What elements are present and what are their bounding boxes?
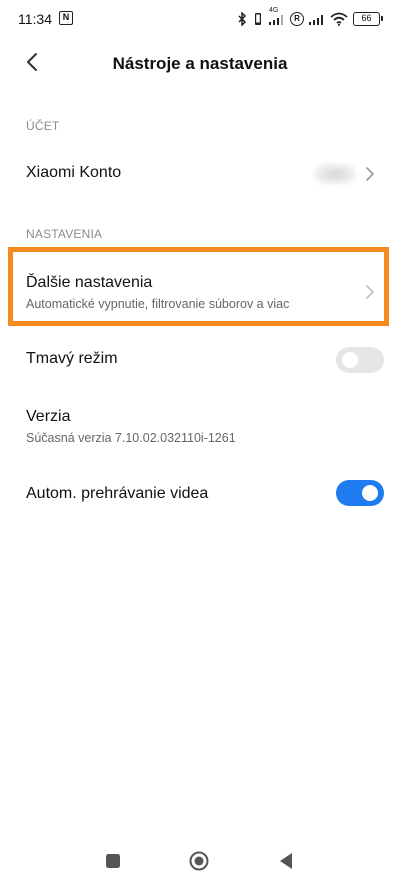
signal-4g-icon: 4G xyxy=(269,7,285,26)
status-time: 11:34 xyxy=(18,11,52,27)
row-autoplay-video[interactable]: Autom. prehrávanie videa xyxy=(0,470,400,518)
row-label: Tmavý režim xyxy=(26,350,118,367)
account-value-blurred xyxy=(314,164,356,184)
circle-icon[interactable] xyxy=(189,851,209,876)
highlight-frame xyxy=(8,247,389,326)
signal-icon xyxy=(309,12,325,26)
row-dark-mode[interactable]: Tmavý režim xyxy=(0,336,400,384)
row-version: Verzia Súčasná verzia 7.10.02.032110i-12… xyxy=(0,398,400,458)
system-nav-bar xyxy=(0,833,400,889)
toggle-knob xyxy=(342,352,358,368)
status-icons: 4G R 66 xyxy=(238,7,383,28)
row-label: Autom. prehrávanie videa xyxy=(26,485,209,502)
section-header-settings: NASTAVENIA xyxy=(26,227,103,241)
row-label: Xiaomi Konto xyxy=(26,164,122,181)
chevron-right-icon xyxy=(364,166,376,182)
triangle-icon[interactable] xyxy=(279,852,293,875)
section-header-account: ÚČET xyxy=(26,119,60,133)
roaming-label: R xyxy=(290,12,304,26)
row-label: Verzia xyxy=(26,408,71,425)
bluetooth-icon xyxy=(238,12,247,26)
row-subtitle: Súčasná verzia 7.10.02.032110i-1261 xyxy=(26,431,236,445)
row-xiaomi-account[interactable]: Xiaomi Konto xyxy=(0,150,400,198)
autoplay-toggle[interactable] xyxy=(336,480,384,506)
roaming-icon: R xyxy=(290,12,304,26)
square-icon[interactable] xyxy=(105,853,121,874)
nfc-icon: N xyxy=(59,11,73,25)
vibrate-icon xyxy=(252,12,264,26)
wifi-icon xyxy=(330,12,348,26)
toggle-knob xyxy=(362,485,378,501)
page-title: Nástroje a nastavenia xyxy=(112,54,288,73)
dark-mode-toggle[interactable] xyxy=(336,347,384,373)
battery-icon: 66 xyxy=(353,12,383,26)
network-type-label: 4G xyxy=(269,7,279,14)
app-header: Nástroje a nastavenia xyxy=(0,40,400,88)
status-bar: 11:34 N 4G R 66 xyxy=(0,0,400,40)
